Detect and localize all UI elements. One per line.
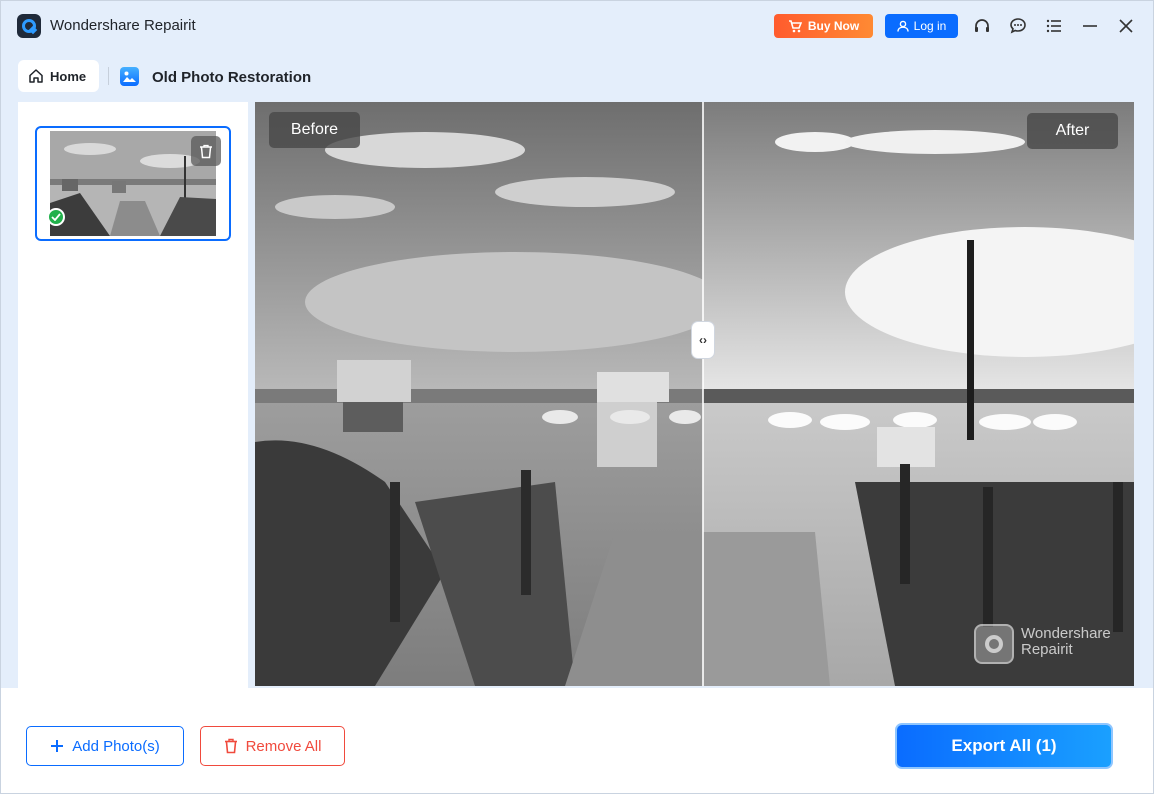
watermark-text: Wondershare Repairit <box>1021 626 1111 658</box>
export-all-button[interactable]: Export All (1) <box>895 723 1113 769</box>
app-title: Wondershare Repairit <box>50 17 196 34</box>
trash-icon <box>224 738 237 754</box>
cart-icon <box>788 19 802 32</box>
module-title: Old Photo Restoration <box>152 69 312 86</box>
add-photos-label: Add Photo(s) <box>72 737 160 755</box>
buy-now-button[interactable]: Buy Now <box>774 14 873 38</box>
buy-now-label: Buy Now <box>807 19 860 33</box>
close-icon[interactable] <box>1115 15 1137 37</box>
before-label: Before <box>269 112 360 148</box>
split-drag-handle[interactable]: ‹› <box>691 321 715 359</box>
home-label: Home <box>50 68 87 84</box>
split-line <box>702 102 704 686</box>
watermark-line-2: Repairit <box>1021 641 1073 658</box>
plus-icon <box>51 740 64 752</box>
delete-photo-button[interactable] <box>191 136 221 166</box>
home-icon <box>29 69 43 83</box>
trash-icon <box>200 144 212 158</box>
beach-photo-image <box>255 102 1134 686</box>
title-bar: Wondershare Repairit Buy Now Log in <box>1 1 1153 51</box>
home-tab[interactable]: Home <box>18 60 99 92</box>
user-icon <box>896 20 909 32</box>
after-label: After <box>1027 113 1118 149</box>
photo-thumbnail[interactable] <box>35 126 231 241</box>
chat-icon[interactable] <box>1007 15 1029 37</box>
panel-divider[interactable] <box>248 102 255 688</box>
log-in-button[interactable]: Log in <box>885 14 958 38</box>
repairit-logo-icon <box>17 14 41 38</box>
menu-icon[interactable] <box>1043 15 1065 37</box>
log-in-label: Log in <box>913 19 947 33</box>
before-after-preview[interactable]: ‹› Before After Wondershare Repairit <box>255 102 1134 686</box>
add-photos-button[interactable]: Add Photo(s) <box>26 726 184 766</box>
app-window: Wondershare Repairit Buy Now Log in Home… <box>0 0 1154 794</box>
nav-divider <box>108 67 109 85</box>
check-icon <box>47 208 65 226</box>
headset-icon[interactable] <box>971 15 993 37</box>
watermark-logo-icon <box>974 624 1014 664</box>
bottom-action-bar: Add Photo(s) Remove All Export All (1) <box>1 688 1153 793</box>
minimize-icon[interactable] <box>1079 15 1101 37</box>
watermark: Wondershare Repairit <box>974 624 1124 664</box>
remove-all-label: Remove All <box>245 737 322 755</box>
photo-module-icon <box>120 67 139 86</box>
watermark-line-1: Wondershare <box>1021 625 1111 642</box>
remove-all-button[interactable]: Remove All <box>200 726 345 766</box>
photo-list-panel <box>18 102 248 688</box>
